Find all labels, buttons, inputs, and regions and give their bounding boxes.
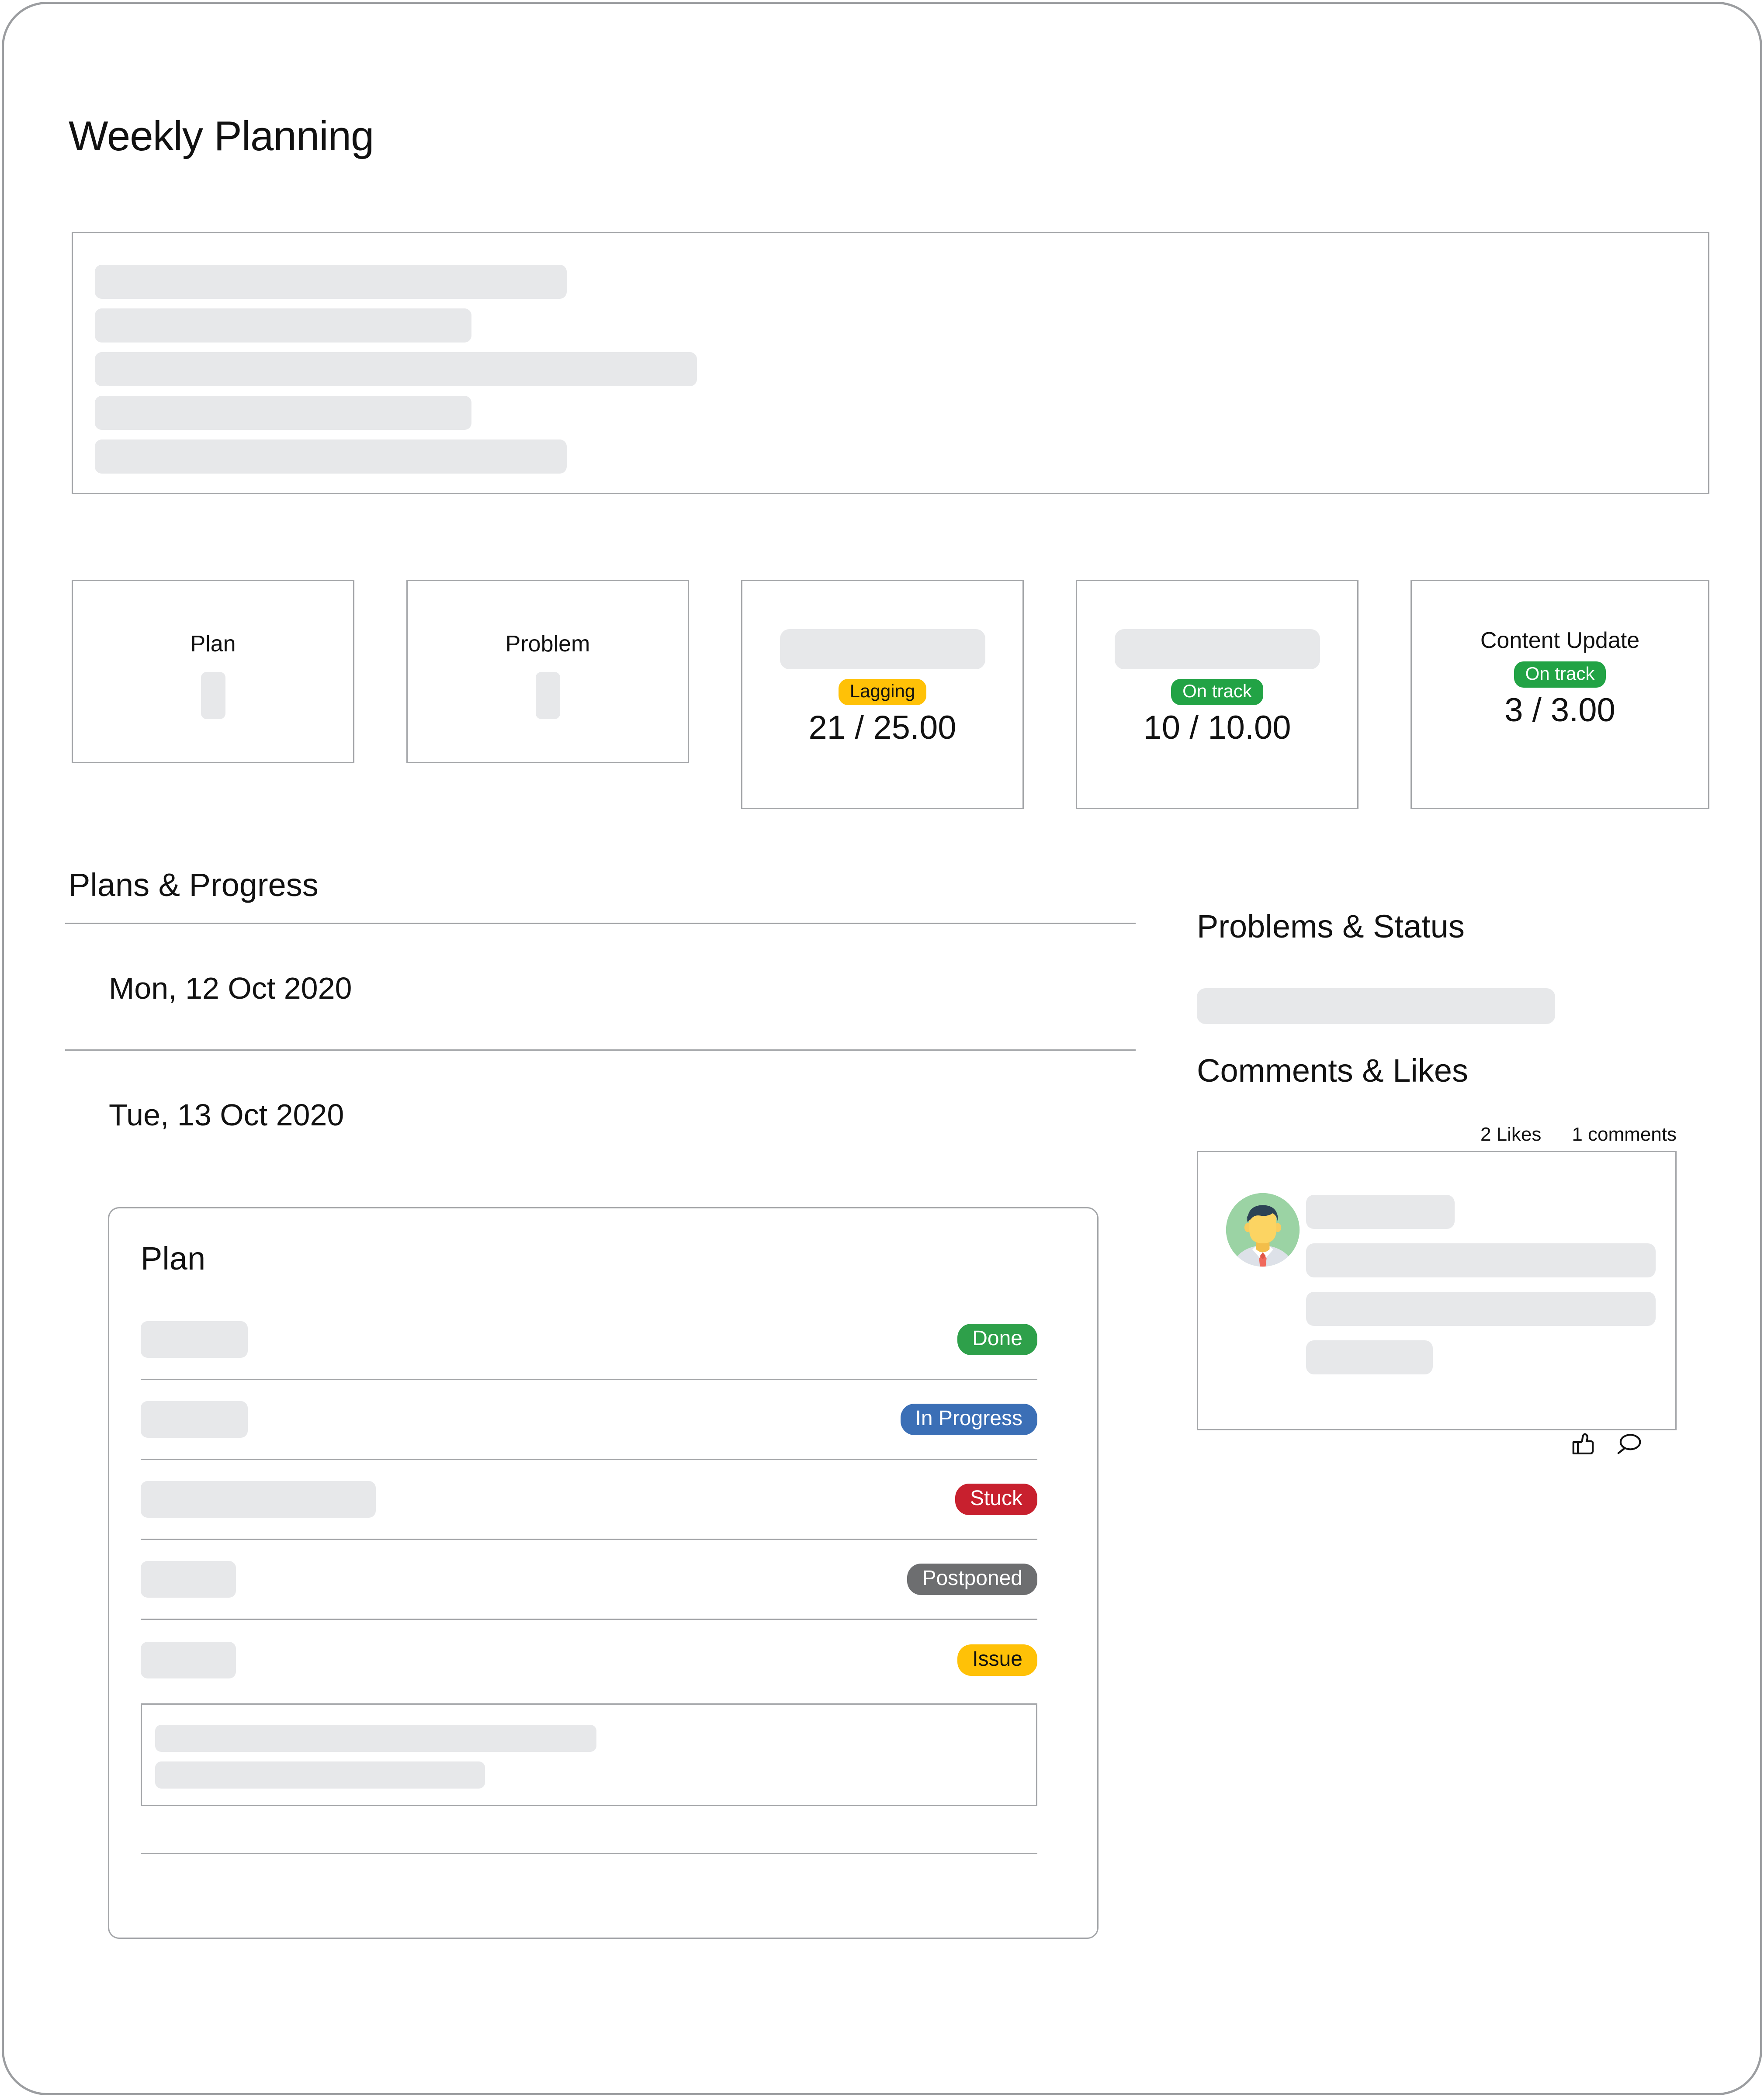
plan-card-title: Plan (141, 1240, 206, 1277)
stat-card-title-placeholder (1114, 629, 1320, 669)
status-badge: On track (1171, 679, 1263, 705)
stat-card-title: Problem (505, 631, 590, 657)
stat-card-value: 21 / 25.00 (808, 709, 957, 746)
stat-card-title: Content Update (1480, 628, 1640, 653)
stat-card-placeholder (535, 672, 560, 719)
placeholder-bar (1306, 1195, 1455, 1229)
comments-count: 1 comments (1572, 1124, 1677, 1145)
comment-action-bar (1197, 1430, 1677, 1457)
plan-task-row[interactable]: Issue (141, 1620, 1037, 1700)
intro-placeholder-list (95, 265, 697, 474)
task-status-badge[interactable]: Postponed (907, 1564, 1037, 1595)
stat-card-title-placeholder (780, 629, 985, 669)
task-title-placeholder (141, 1401, 248, 1438)
task-title-placeholder (141, 1561, 236, 1598)
stat-card-2[interactable]: Problem (406, 580, 689, 763)
placeholder-bar (95, 265, 567, 299)
placeholder-bar (95, 352, 697, 386)
placeholder-bar (1306, 1243, 1656, 1277)
comment-card (1197, 1151, 1677, 1430)
plan-task-row[interactable]: Postponed (141, 1540, 1037, 1620)
status-badge: Lagging (838, 679, 927, 705)
comment-bubble-icon[interactable] (1615, 1430, 1643, 1457)
task-status-badge[interactable]: Done (957, 1324, 1037, 1355)
plans-divider-middle (65, 1049, 1136, 1051)
thumbs-up-icon[interactable] (1570, 1430, 1597, 1457)
placeholder-bar (95, 308, 471, 343)
plan-task-row[interactable]: Done (141, 1300, 1037, 1380)
task-title-placeholder (141, 1321, 248, 1358)
stat-card-5[interactable]: Content Update On track 3 / 3.00 (1411, 580, 1709, 809)
stat-card-value: 3 / 3.00 (1504, 692, 1615, 729)
status-badge: On track (1514, 661, 1606, 688)
comments-likes-heading: Comments & Likes (1197, 1052, 1468, 1089)
placeholder-bar (155, 1761, 485, 1789)
stat-card-placeholder (201, 672, 225, 719)
problems-status-heading: Problems & Status (1197, 908, 1465, 945)
plan-notes-placeholder-list (155, 1725, 596, 1789)
stat-card-title: Plan (190, 631, 236, 657)
placeholder-bar (1306, 1340, 1433, 1374)
comment-placeholder-list (1306, 1195, 1656, 1374)
task-status-badge[interactable]: In Progress (900, 1404, 1037, 1435)
likes-count: 2 Likes (1480, 1124, 1542, 1145)
intro-placeholder-panel (72, 232, 1709, 494)
plan-task-row[interactable]: In Progress (141, 1380, 1037, 1460)
day-label-tue[interactable]: Tue, 13 Oct 2020 (109, 1100, 344, 1130)
plan-notes-box (141, 1703, 1037, 1806)
plans-divider-top (65, 923, 1136, 924)
placeholder-bar (95, 396, 471, 430)
person-avatar-icon (1225, 1192, 1300, 1267)
plan-card-footer-divider (141, 1853, 1037, 1854)
task-title-placeholder (141, 1481, 376, 1518)
stat-card-1[interactable]: Plan (72, 580, 354, 763)
stat-card-row: Plan Problem Lagging 21 / 25.00 On track 10 /… (72, 580, 1709, 816)
comment-meta-row: 2 Likes 1 comments (1197, 1124, 1677, 1145)
placeholder-bar (1306, 1292, 1656, 1326)
task-status-badge[interactable]: Stuck (955, 1484, 1037, 1515)
stat-card-value: 10 / 10.00 (1143, 709, 1291, 746)
placeholder-bar (95, 439, 567, 474)
app-frame: Weekly Planning Plan Problem Lagging 21 / 2… (2, 2, 1762, 2095)
day-label-mon[interactable]: Mon, 12 Oct 2020 (109, 973, 352, 1004)
plans-progress-heading: Plans & Progress (69, 867, 319, 903)
problems-placeholder-bar (1197, 988, 1555, 1024)
placeholder-bar (155, 1725, 596, 1752)
plan-detail-card: Plan Done In Progress Stuck Postponed Issue (108, 1207, 1099, 1939)
page-title: Weekly Planning (69, 113, 374, 159)
plan-task-list: Done In Progress Stuck Postponed Issue (141, 1300, 1037, 1700)
task-status-badge[interactable]: Issue (957, 1644, 1037, 1676)
stat-card-3[interactable]: Lagging 21 / 25.00 (741, 580, 1024, 809)
plan-task-row[interactable]: Stuck (141, 1460, 1037, 1540)
stat-card-4[interactable]: On track 10 / 10.00 (1076, 580, 1359, 809)
task-title-placeholder (141, 1641, 236, 1678)
